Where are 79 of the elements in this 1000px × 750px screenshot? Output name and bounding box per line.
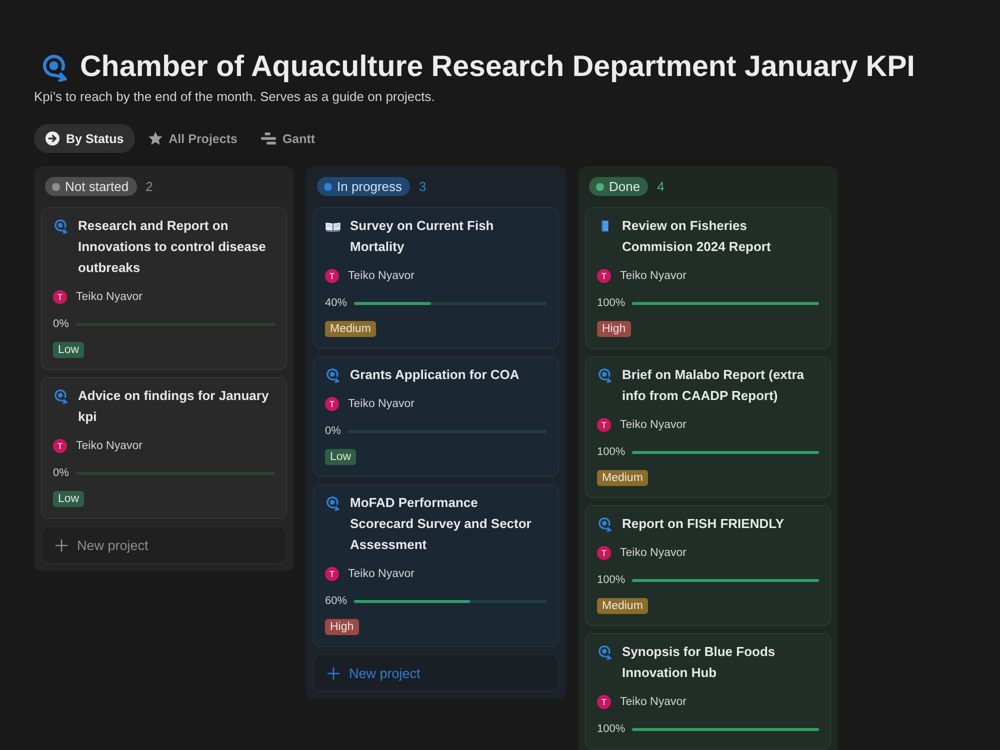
progress-label: 60% <box>325 595 348 607</box>
priority-tag: Low <box>53 342 84 358</box>
progress-label: 0% <box>53 318 69 330</box>
view-tab[interactable]: Gantt <box>250 124 326 153</box>
assignee-name: Teiko Nyavor <box>348 568 414 580</box>
page-description: Kpi’s to reach by the end of the month. Serves as a guide on projects. <box>34 89 435 105</box>
assignee-name: Teiko Nyavor <box>620 696 686 708</box>
progress-label: 40% <box>325 297 348 309</box>
view-tab[interactable]: By Status <box>34 124 135 153</box>
priority-tag: High <box>325 619 359 635</box>
view-tab[interactable]: All Projects <box>136 124 248 153</box>
priority-tag: Low <box>53 491 84 507</box>
card-title: Grants Application for COA <box>350 366 520 384</box>
project-card[interactable]: MoFAD Performance Scorecard Survey and Sector Assessment T Teiko Nyavor 60% High <box>313 484 559 647</box>
priority-tag: Medium <box>597 598 648 614</box>
status-label: Done <box>609 179 640 194</box>
priority-tag: Medium <box>325 321 376 337</box>
assignee-name: Teiko Nyavor <box>76 291 142 303</box>
card-count: 4 <box>657 179 664 194</box>
card-title: Synopsis for Blue Foods Innovation Hub <box>622 643 776 682</box>
progress-label: 0% <box>325 425 341 437</box>
project-card[interactable]: Brief on Malabo Report (extra info from CAADP Report) T Teiko Nyavor 100% Medium <box>585 356 831 498</box>
arrow-circle-icon <box>45 131 60 146</box>
project-card[interactable]: Research and Report on Innovations to control disease outbreaks T Teiko Nyavor 0% Low <box>41 207 287 370</box>
assignee-name: Teiko Nyavor <box>348 270 414 282</box>
card-title: Brief on Malabo Report (extra info from CAADP Report) <box>622 366 806 405</box>
avatar: T <box>325 397 339 411</box>
priority-tag: Low <box>325 449 356 465</box>
assignee-name: Teiko Nyavor <box>620 547 686 559</box>
assignee-name: Teiko Nyavor <box>620 419 686 431</box>
target-arrow-icon <box>53 388 69 404</box>
avatar: T <box>325 269 339 283</box>
target-arrow-icon <box>597 366 613 382</box>
page-title: Chamber of Aquaculture Research Department January KPI <box>80 50 915 84</box>
card-title: Advice on findings for January kpi <box>78 387 270 426</box>
target-arrow-icon <box>325 366 341 382</box>
target-arrow-icon <box>53 218 69 234</box>
card-title: MoFAD Performance Scorecard Survey and Sector Assessment <box>350 494 532 554</box>
status-label: Not started <box>65 179 129 194</box>
project-card[interactable]: Survey on Current Fish Mortality T Teiko Nyavor 40% Medium <box>313 207 559 349</box>
assignee-name: Teiko Nyavor <box>76 440 142 452</box>
target-arrow-icon <box>325 494 341 510</box>
avatar: T <box>325 567 339 581</box>
progress-label: 100% <box>597 574 626 586</box>
priority-tag: Medium <box>597 470 648 486</box>
card-title: Survey on Current Fish Mortality <box>350 217 495 256</box>
avatar: T <box>53 439 67 453</box>
star-icon <box>148 131 163 146</box>
project-card[interactable]: Report on FISH FRIENDLY T Teiko Nyavor 100% Medium <box>585 505 831 626</box>
gantt-icon <box>261 132 276 145</box>
plus-icon <box>55 538 68 552</box>
avatar: T <box>53 290 67 304</box>
card-title: Review on Fisheries Commision 2024 Report <box>622 217 772 256</box>
avatar: T <box>597 269 611 283</box>
progress-label: 0% <box>53 467 69 479</box>
progress-label: 100% <box>597 723 626 735</box>
project-card[interactable]: Grants Application for COA T Teiko Nyavor 0% Low <box>313 356 559 477</box>
project-card[interactable]: Advice on findings for January kpi T Teiko Nyavor 0% Low <box>41 377 287 519</box>
avatar: T <box>597 546 611 560</box>
status-label: In progress <box>337 179 402 194</box>
priority-tag: High <box>597 321 631 337</box>
card-title: Report on FISH FRIENDLY <box>622 515 786 533</box>
target-arrow-icon <box>597 644 613 660</box>
new-project-button[interactable]: New project <box>41 526 287 564</box>
avatar: T <box>597 695 611 709</box>
new-project-button[interactable]: New project <box>313 654 559 692</box>
avatar: T <box>597 418 611 432</box>
target-arrow-icon <box>40 52 70 82</box>
card-count: 3 <box>419 179 426 194</box>
progress-label: 100% <box>597 446 626 458</box>
assignee-name: Teiko Nyavor <box>348 398 414 410</box>
card-title: Research and Report on Innovations to control disease outbreaks <box>78 217 267 277</box>
target-arrow-icon <box>597 516 613 532</box>
project-card[interactable]: Synopsis for Blue Foods Innovation Hub T Teiko Nyavor 100% <box>585 633 831 750</box>
assignee-name: Teiko Nyavor <box>620 270 686 282</box>
plus-icon <box>327 666 340 680</box>
card-count: 2 <box>146 179 153 194</box>
project-card[interactable]: Review on Fisheries Commision 2024 Report T Teiko Nyavor 100% High <box>585 207 831 349</box>
progress-label: 100% <box>597 297 626 309</box>
